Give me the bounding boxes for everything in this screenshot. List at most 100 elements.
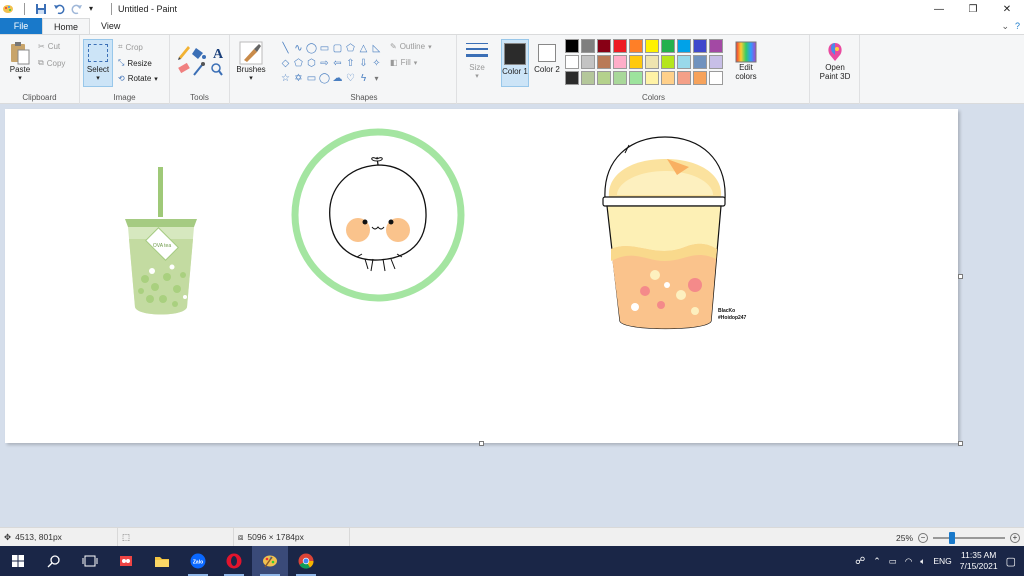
resize-handle-bottom[interactable] [479, 441, 484, 446]
volume-icon[interactable]: 🔈︎ [920, 556, 925, 567]
callout-oval-shape-icon[interactable]: ◯ [318, 71, 331, 86]
zoom-slider[interactable] [933, 531, 1005, 544]
four-point-star-shape-icon[interactable]: ✧ [370, 56, 383, 71]
color2-button[interactable]: Color 2 [533, 39, 561, 87]
palette-swatch[interactable] [645, 39, 659, 53]
palette-swatch[interactable] [645, 55, 659, 69]
palette-swatch[interactable] [693, 55, 707, 69]
resize-handle-corner[interactable] [958, 441, 963, 446]
palette-swatch[interactable] [565, 55, 579, 69]
palette-swatch[interactable] [581, 55, 595, 69]
brushes-button[interactable]: Brushes ▾ [235, 41, 267, 82]
line-shape-icon[interactable]: ╲ [279, 41, 292, 56]
palette-swatch[interactable] [661, 39, 675, 53]
palette-swatch[interactable] [581, 71, 595, 85]
zoom-in-icon[interactable]: + [1010, 532, 1020, 543]
size-button[interactable]: Size ▾ [463, 41, 491, 80]
lightning-shape-icon[interactable]: ϟ [357, 71, 370, 86]
wifi-icon[interactable]: ◠ [905, 556, 912, 567]
resize-handle-right[interactable] [958, 274, 963, 279]
notifications-icon[interactable]: ▢ [1006, 555, 1016, 568]
triangle-shape-icon[interactable]: △ [357, 41, 370, 56]
palette-swatch[interactable] [565, 39, 579, 53]
canvas-artwork[interactable]: OVA tea BlacKo #Hoidop247 [5, 109, 958, 443]
paint-taskbar-button[interactable] [252, 546, 288, 576]
hexagon-shape-icon[interactable]: ⬡ [305, 56, 318, 71]
oval-shape-icon[interactable]: ◯ [305, 41, 318, 56]
palette-swatch[interactable] [693, 71, 707, 85]
up-arrow-shape-icon[interactable]: ⇧ [344, 56, 357, 71]
search-button[interactable] [36, 546, 72, 576]
file-explorer-button[interactable] [144, 546, 180, 576]
palette-swatch[interactable] [613, 71, 627, 85]
palette-swatch[interactable] [597, 55, 611, 69]
palette-swatch[interactable] [677, 39, 691, 53]
cut-button[interactable]: ✂ Cut [38, 42, 60, 51]
callout-cloud-shape-icon[interactable]: ☁ [331, 71, 344, 86]
outline-button[interactable]: ✎ Outline ▾ [390, 42, 432, 51]
heart-shape-icon[interactable]: ♡ [344, 71, 357, 86]
palette-swatch[interactable] [661, 55, 675, 69]
palette-swatch[interactable] [613, 39, 627, 53]
color1-button[interactable]: Color 1 [501, 39, 529, 87]
tab-file[interactable]: File [0, 18, 42, 34]
diamond-shape-icon[interactable]: ◇ [279, 56, 292, 71]
down-arrow-shape-icon[interactable]: ⇩ [357, 56, 370, 71]
minimize-button[interactable]: — [922, 0, 956, 18]
battery-icon[interactable]: ▭ [889, 556, 897, 567]
curve-shape-icon[interactable]: ∿ [292, 41, 305, 56]
rectangle-shape-icon[interactable]: ▭ [318, 41, 331, 56]
start-button[interactable] [0, 546, 36, 576]
maximize-button[interactable]: ❐ [956, 0, 990, 18]
palette-swatch[interactable] [693, 39, 707, 53]
copy-button[interactable]: ⧉ Copy [38, 58, 65, 68]
paste-button[interactable]: Paste ▾ [6, 41, 34, 82]
opera-button[interactable] [216, 546, 252, 576]
chevron-up-icon[interactable]: ⌃ [873, 556, 881, 567]
palette-swatch[interactable] [661, 71, 675, 85]
palette-swatch[interactable] [629, 55, 643, 69]
palette-swatch[interactable] [597, 39, 611, 53]
clock[interactable]: 11:35 AM 7/15/2021 [960, 550, 998, 572]
zalo-button[interactable]: Zalo [180, 546, 216, 576]
edit-colors-button[interactable]: Edit colors [730, 41, 762, 81]
crop-button[interactable]: ⌗ Crop [118, 42, 143, 52]
palette-swatch[interactable] [629, 39, 643, 53]
drawing-canvas[interactable]: OVA tea BlacKo #Hoidop247 [5, 109, 958, 443]
palette-swatch[interactable] [645, 71, 659, 85]
palette-swatch[interactable] [581, 39, 595, 53]
zoom-out-icon[interactable]: − [918, 532, 928, 543]
close-button[interactable]: ✕ [990, 0, 1024, 18]
tab-home[interactable]: Home [42, 18, 91, 34]
paint-app-icon[interactable] [2, 3, 14, 15]
task-view-button[interactable] [72, 546, 108, 576]
chrome-button[interactable] [288, 546, 324, 576]
open-paint3d-button[interactable]: Open Paint 3D [816, 41, 854, 81]
palette-swatch[interactable] [565, 71, 579, 85]
right-arrow-shape-icon[interactable]: ⇨ [318, 56, 331, 71]
zoom-slider-thumb[interactable] [949, 531, 955, 544]
save-icon[interactable] [35, 3, 47, 15]
right-triangle-shape-icon[interactable]: ◺ [370, 41, 383, 56]
tab-view[interactable]: View [90, 18, 131, 34]
palette-swatch[interactable] [597, 71, 611, 85]
rounded-rectangle-shape-icon[interactable]: ▢ [331, 41, 344, 56]
rotate-button[interactable]: ⟲ Rotate ▾ [118, 74, 158, 83]
polygon-shape-icon[interactable]: ⬠ [344, 41, 357, 56]
palette-swatch[interactable] [677, 71, 691, 85]
six-point-star-shape-icon[interactable]: ✡ [292, 71, 305, 86]
language-indicator[interactable]: ENG [933, 556, 951, 566]
chevron-down-icon[interactable]: ▾ [89, 3, 101, 15]
chevron-down-icon[interactable]: ⌄ [1001, 21, 1009, 32]
workspace[interactable]: OVA tea BlacKo #Hoidop247 [0, 104, 1024, 527]
people-icon[interactable]: ☍ [855, 556, 865, 567]
snipping-tool-button[interactable] [108, 546, 144, 576]
five-point-star-shape-icon[interactable]: ☆ [279, 71, 292, 86]
fill-button[interactable]: ◧ Fill ▾ [390, 58, 417, 67]
palette-swatch[interactable] [677, 55, 691, 69]
left-arrow-shape-icon[interactable]: ⇦ [331, 56, 344, 71]
palette-swatch[interactable] [709, 55, 723, 69]
palette-swatch[interactable] [709, 39, 723, 53]
resize-button[interactable]: ⤡ Resize [118, 58, 152, 68]
redo-icon[interactable] [71, 3, 83, 15]
